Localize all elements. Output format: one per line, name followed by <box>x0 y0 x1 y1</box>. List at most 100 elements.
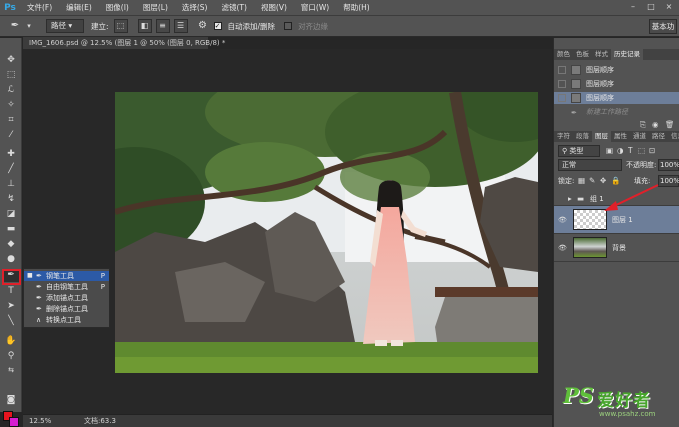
path-arrangement-icon[interactable]: ☰ <box>173 19 188 33</box>
blur-tool-icon[interactable]: ◆ <box>3 238 19 251</box>
path-operations-icon[interactable]: ◧ <box>137 19 152 33</box>
tab-character[interactable]: 字符 <box>554 131 573 142</box>
flyout-pen-tool[interactable]: ■ ✒ 钢笔工具 P <box>24 271 109 281</box>
minimize-icon[interactable]: – <box>626 1 640 13</box>
right-panels: 颜色 色板 样式 历史记录 图层顺序 图层顺序 图层顺序 ✒ 新建工作路径 ⎘ … <box>553 38 679 427</box>
workspace-button[interactable]: 基本功 <box>649 19 677 34</box>
status-bar: 12.5% 文档:63.3 <box>23 414 552 427</box>
menu-edit[interactable]: 编辑(E) <box>59 2 99 13</box>
tab-paragraph[interactable]: 段落 <box>573 131 592 142</box>
magic-wand-tool-icon[interactable]: ✧ <box>3 99 19 112</box>
watermark: PS 爱好者 www.psahz.com <box>563 383 679 427</box>
pen-icon: ✒ <box>36 272 42 280</box>
menu-select[interactable]: 选择(S) <box>175 2 215 13</box>
tab-color[interactable]: 颜色 <box>554 49 573 60</box>
align-edges-checkbox[interactable] <box>284 22 293 30</box>
menu-layer[interactable]: 图层(L) <box>136 2 175 13</box>
watermark-url: www.psahz.com <box>599 410 656 418</box>
menu-filter[interactable]: 滤镜(T) <box>215 2 254 13</box>
history-panel-tabs: 颜色 色板 样式 历史记录 <box>554 49 679 60</box>
tab-styles[interactable]: 样式 <box>592 49 611 60</box>
quick-mask-icon[interactable]: ◙ <box>3 394 19 407</box>
chevron-down-icon[interactable]: ▾ <box>22 19 36 33</box>
lock-transparent-icon[interactable]: ▦ <box>578 175 585 187</box>
tab-paths[interactable]: 路径 <box>649 131 668 142</box>
crop-tool-icon[interactable]: ⌗ <box>3 114 19 127</box>
new-document-from-state-icon[interactable]: ⎘ <box>640 119 646 131</box>
history-item[interactable]: 图层顺序 <box>554 64 679 76</box>
menu-view[interactable]: 视图(V) <box>254 2 294 13</box>
document-info[interactable]: 文档:63.3 <box>84 415 116 427</box>
menu-file[interactable]: 文件(F) <box>20 2 59 13</box>
type-tool-icon[interactable]: T <box>3 285 19 298</box>
history-brush-source-box[interactable] <box>558 94 566 102</box>
tab-layers[interactable]: 图层 <box>592 131 611 142</box>
dodge-tool-icon[interactable]: ● <box>3 253 19 266</box>
history-brush-source-box[interactable] <box>558 80 566 88</box>
layer-row-background[interactable]: 👁 背景 <box>554 234 679 262</box>
marquee-tool-icon[interactable]: ⬚ <box>3 69 19 82</box>
menu-image[interactable]: 图像(I) <box>99 2 136 13</box>
flyout-convert-point-tool[interactable]: ∧ 转换点工具 <box>24 315 109 325</box>
history-snapshot[interactable]: ✒ 新建工作路径 <box>554 106 679 118</box>
flyout-delete-anchor-tool[interactable]: ✒ 删除锚点工具 <box>24 304 109 314</box>
auto-add-delete-checkbox[interactable]: ✓ <box>213 22 222 30</box>
fill-input[interactable]: 100% <box>658 175 679 187</box>
clone-stamp-tool-icon[interactable]: ⊥ <box>3 178 19 191</box>
eye-icon[interactable]: 👁 <box>558 206 567 234</box>
blend-mode-select[interactable]: 正常 <box>558 159 622 171</box>
eye-icon[interactable]: 👁 <box>558 234 567 262</box>
healing-brush-tool-icon[interactable]: ✚ <box>3 148 19 161</box>
path-mode-select[interactable]: 路径 ▾ <box>46 19 84 33</box>
canvas-photo[interactable] <box>115 92 538 373</box>
menu-bar: Ps 文件(F) 编辑(E) 图像(I) 图层(L) 选择(S) 滤镜(T) 视… <box>0 0 679 15</box>
tab-info[interactable]: 信息 <box>668 131 679 142</box>
flyout-add-anchor-tool[interactable]: ✒ 添加锚点工具 <box>24 293 109 303</box>
tab-history[interactable]: 历史记录 <box>611 49 643 60</box>
selection-button[interactable]: ⬚ <box>113 19 128 33</box>
gear-icon[interactable]: ⚙ <box>196 19 210 33</box>
auto-add-delete-label: 自动添加/删除 <box>227 21 276 31</box>
eraser-tool-icon[interactable]: ◪ <box>3 208 19 221</box>
background-color-swatch[interactable] <box>9 417 19 427</box>
pen-icon[interactable]: ✒ <box>8 19 22 33</box>
tab-properties[interactable]: 属性 <box>611 131 630 142</box>
filter-type-icon[interactable]: T <box>628 145 633 157</box>
filter-shape-icon[interactable]: ⬚ <box>638 145 645 157</box>
tab-channels[interactable]: 通道 <box>630 131 649 142</box>
document-tab[interactable]: IMG_1606.psd @ 12.5% (图层 1 @ 50% (图层 0, … <box>23 37 225 49</box>
move-tool-icon[interactable]: ✥ <box>3 54 19 67</box>
convert-point-icon: ∧ <box>36 316 42 324</box>
trash-icon[interactable]: 🗑 <box>665 119 675 131</box>
menu-window[interactable]: 窗口(W) <box>294 2 336 13</box>
history-item-selected[interactable]: 图层顺序 <box>554 92 679 104</box>
filter-pixel-icon[interactable]: ▣ <box>606 145 613 157</box>
path-alignment-icon[interactable]: ≡ <box>155 19 170 33</box>
zoom-level[interactable]: 12.5% <box>29 415 51 427</box>
history-brush-source-box[interactable] <box>558 66 566 74</box>
tab-swatches[interactable]: 色板 <box>573 49 592 60</box>
close-icon[interactable]: × <box>662 1 676 13</box>
expand-arrow-icon[interactable]: ▸ <box>568 193 572 205</box>
history-item[interactable]: 图层顺序 <box>554 78 679 90</box>
eyedropper-tool-icon[interactable]: ⁄ <box>3 129 19 142</box>
history-brush-tool-icon[interactable]: ↯ <box>3 193 19 206</box>
brush-tool-icon[interactable]: ╱ <box>3 163 19 176</box>
swap-colors-icon[interactable]: ⇆ <box>3 364 19 377</box>
restore-icon[interactable]: □ <box>644 1 658 13</box>
gradient-tool-icon[interactable]: ▬ <box>3 223 19 236</box>
opacity-input[interactable]: 100% <box>658 159 679 171</box>
zoom-tool-icon[interactable]: ⚲ <box>3 350 19 363</box>
hand-tool-icon[interactable]: ✋ <box>3 335 19 348</box>
layer-filter-select[interactable]: ⚲ 类型 <box>558 145 600 157</box>
lasso-tool-icon[interactable]: ℒ <box>3 84 19 97</box>
filter-smart-object-icon[interactable]: ⊡ <box>649 145 655 157</box>
history-item-label: 图层顺序 <box>586 66 614 74</box>
path-selection-tool-icon[interactable]: ➤ <box>3 300 19 313</box>
lock-image-icon[interactable]: ✎ <box>589 175 595 187</box>
shape-tool-icon[interactable]: ╲ <box>3 315 19 328</box>
camera-icon[interactable]: ◉ <box>652 119 659 131</box>
menu-help[interactable]: 帮助(H) <box>336 2 377 13</box>
flyout-freeform-pen-tool[interactable]: ✒ 自由钢笔工具 P <box>24 282 109 292</box>
filter-adjustment-icon[interactable]: ◑ <box>617 145 624 157</box>
